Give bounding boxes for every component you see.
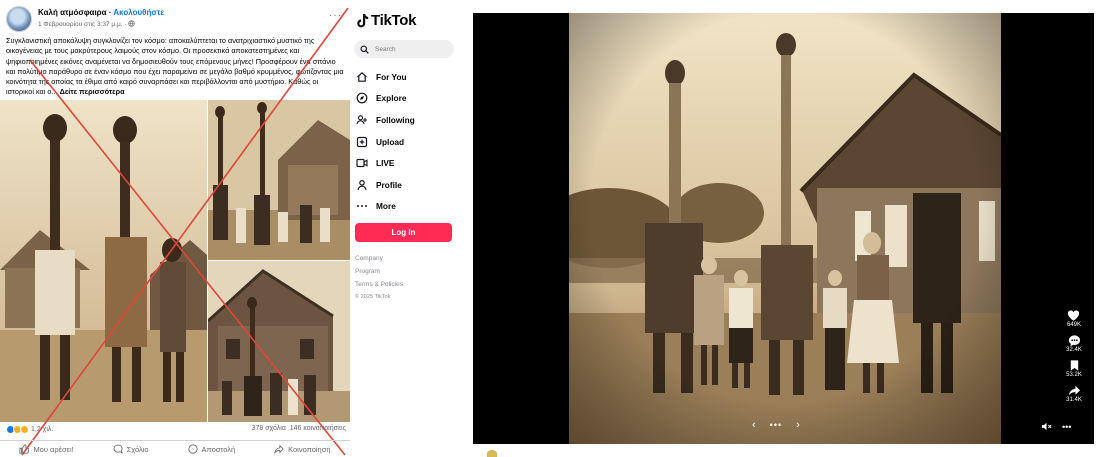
login-button[interactable]: Log In	[355, 223, 452, 242]
page-avatar[interactable]	[6, 6, 32, 32]
tiktok-note-icon	[357, 14, 369, 28]
post-photo-bottom-right[interactable]	[208, 261, 350, 422]
likes-count: 649K	[1066, 322, 1081, 328]
like-button[interactable]: Μου αρέσει!	[19, 444, 74, 454]
post-body: Συγκλονιστική αποκάλυψη συγκλονίζει τον …	[6, 36, 344, 97]
carousel-next-button[interactable]: ›	[796, 419, 800, 431]
video-action-column: 649K 32.4K 53.2K 31.4K	[1063, 309, 1085, 409]
share-label: Κοινοποίηση	[288, 444, 331, 454]
nav-following[interactable]: Following	[356, 109, 460, 131]
post-photo-main[interactable]	[0, 100, 207, 422]
follow-link[interactable]: Ακολουθήστε	[113, 8, 164, 17]
tiktok-wordmark: TikTok	[371, 12, 417, 29]
page-name[interactable]: Καλή ατμόσφαιρα	[38, 8, 107, 17]
footer-company-link[interactable]: Company	[355, 252, 403, 265]
video-player[interactable]: ‹ ••• › 649K 32.4K 53.2K 31.4K •••	[473, 13, 1094, 444]
sidebar-footer: Company Program Terms & Policies © 2025 …	[355, 252, 403, 304]
tiktok-nav: For You Explore Following Upload LIVE Pr…	[356, 66, 460, 217]
nav-label: LIVE	[376, 158, 395, 169]
nav-label: Upload	[376, 136, 405, 147]
bookmark-icon	[1070, 360, 1078, 371]
muted-speaker-icon[interactable]	[1041, 421, 1052, 432]
following-icon	[356, 115, 367, 125]
upload-icon	[356, 136, 368, 147]
nav-upload[interactable]: Upload	[356, 131, 460, 153]
live-icon	[356, 159, 368, 168]
nav-more[interactable]: More	[356, 196, 460, 218]
nav-label: Following	[376, 114, 415, 125]
like-label: Μου αρέσει!	[33, 444, 74, 454]
comment-bubble-icon	[1068, 335, 1080, 347]
search-box[interactable]	[354, 40, 454, 58]
post-stats: 1,2 χιλ. 378 σχόλια 146 κοινοποιήσεις	[6, 425, 346, 437]
send-button[interactable]: Αποστολή	[187, 444, 236, 454]
nav-label: For You	[376, 71, 407, 82]
share-arrow-icon	[274, 444, 284, 454]
nav-profile[interactable]: Profile	[356, 174, 460, 196]
post-timestamp[interactable]: 1 Φεβρουαρίου στις 3:37 μ.μ. ·	[38, 21, 128, 28]
post-action-bar: Μου αρέσει! Σχόλιο Αποστολή Κοινοποίηση	[0, 440, 350, 457]
comment-action[interactable]: 32.4K	[1066, 334, 1082, 353]
footer-program-link[interactable]: Program	[355, 265, 403, 278]
comment-label: Σχόλιο	[126, 444, 149, 454]
video-frame[interactable]	[569, 13, 1001, 444]
tiktok-logo[interactable]: TikTok	[356, 12, 416, 29]
comments-count-video: 32.4K	[1066, 347, 1082, 353]
share-icon	[1068, 385, 1080, 396]
nav-explore[interactable]: Explore	[356, 88, 460, 110]
tiktok-sidebar: TikTok For You Explore Following Upload	[352, 0, 462, 457]
post-header: Καλή ατμόσφαιρα · Ακολουθήστε 1 Φεβρουαρ…	[6, 6, 346, 32]
footer-terms-link[interactable]: Terms & Policies	[355, 278, 403, 291]
engagement-counts: 378 σχόλια 146 κοινοποιήσεις	[252, 425, 346, 432]
nav-for-you[interactable]: For You	[356, 66, 460, 88]
profile-icon	[357, 179, 367, 190]
post-options-icon[interactable]: ···	[329, 10, 342, 21]
comment-button[interactable]: Σχόλιο	[113, 444, 149, 454]
wow-reaction-icon	[20, 425, 29, 434]
more-icon	[357, 205, 367, 208]
see-more-link[interactable]: Δείτε περισσότερα	[60, 87, 125, 96]
post-timestamp-line: 1 Φεβρουαρίου στις 3:37 μ.μ. ·	[38, 20, 135, 28]
globe-icon	[128, 20, 135, 27]
home-icon	[357, 71, 367, 82]
partial-avatar	[487, 450, 497, 457]
page-name-line: Καλή ατμόσφαιρα · Ακολουθήστε	[38, 8, 164, 17]
share-button[interactable]: Κοινοποίηση	[274, 444, 331, 454]
compass-icon	[356, 92, 368, 104]
screenshot-root: Καλή ατμόσφαιρα · Ακολουθήστε 1 Φεβρουαρ…	[0, 0, 1100, 457]
reactions-count: 1,2 χιλ.	[31, 426, 54, 433]
heart-icon	[1068, 310, 1080, 321]
reactions-summary[interactable]: 1,2 χιλ.	[6, 425, 53, 434]
nav-label: Profile	[376, 179, 402, 190]
shares-count-video: 31.4K	[1066, 397, 1082, 403]
search-icon	[360, 44, 369, 54]
comments-count[interactable]: 378 σχόλια	[252, 425, 286, 432]
thumbs-up-icon	[19, 444, 30, 454]
nav-label: Explore	[376, 93, 407, 104]
carousel-dots: •••	[769, 420, 783, 430]
saves-count: 53.2K	[1066, 372, 1082, 378]
post-photo-grid	[0, 100, 350, 422]
nav-live[interactable]: LIVE	[356, 152, 460, 174]
save-action[interactable]: 53.2K	[1066, 359, 1082, 378]
messenger-icon	[187, 444, 198, 454]
post-text: Συγκλονιστική αποκάλυψη συγκλονίζει τον …	[6, 36, 344, 98]
video-controls: •••	[1041, 421, 1071, 432]
carousel-prev-button[interactable]: ‹	[752, 419, 756, 431]
carousel-nav: ‹ ••• ›	[752, 419, 800, 431]
share-action[interactable]: 31.4K	[1066, 384, 1082, 403]
nav-label: More	[376, 201, 396, 212]
comment-icon	[113, 444, 123, 454]
send-label: Αποστολή	[201, 444, 236, 454]
facebook-post: Καλή ατμόσφαιρα · Ακολουθήστε 1 Φεβρουαρ…	[0, 0, 350, 457]
shares-count[interactable]: 146 κοινοποιήσεις	[290, 425, 346, 432]
video-more-button[interactable]: •••	[1062, 422, 1071, 432]
post-photo-top-right[interactable]	[208, 100, 350, 260]
search-input[interactable]	[375, 45, 445, 53]
footer-copyright: © 2025 TikTok	[355, 294, 391, 300]
like-action[interactable]: 649K	[1067, 309, 1081, 328]
